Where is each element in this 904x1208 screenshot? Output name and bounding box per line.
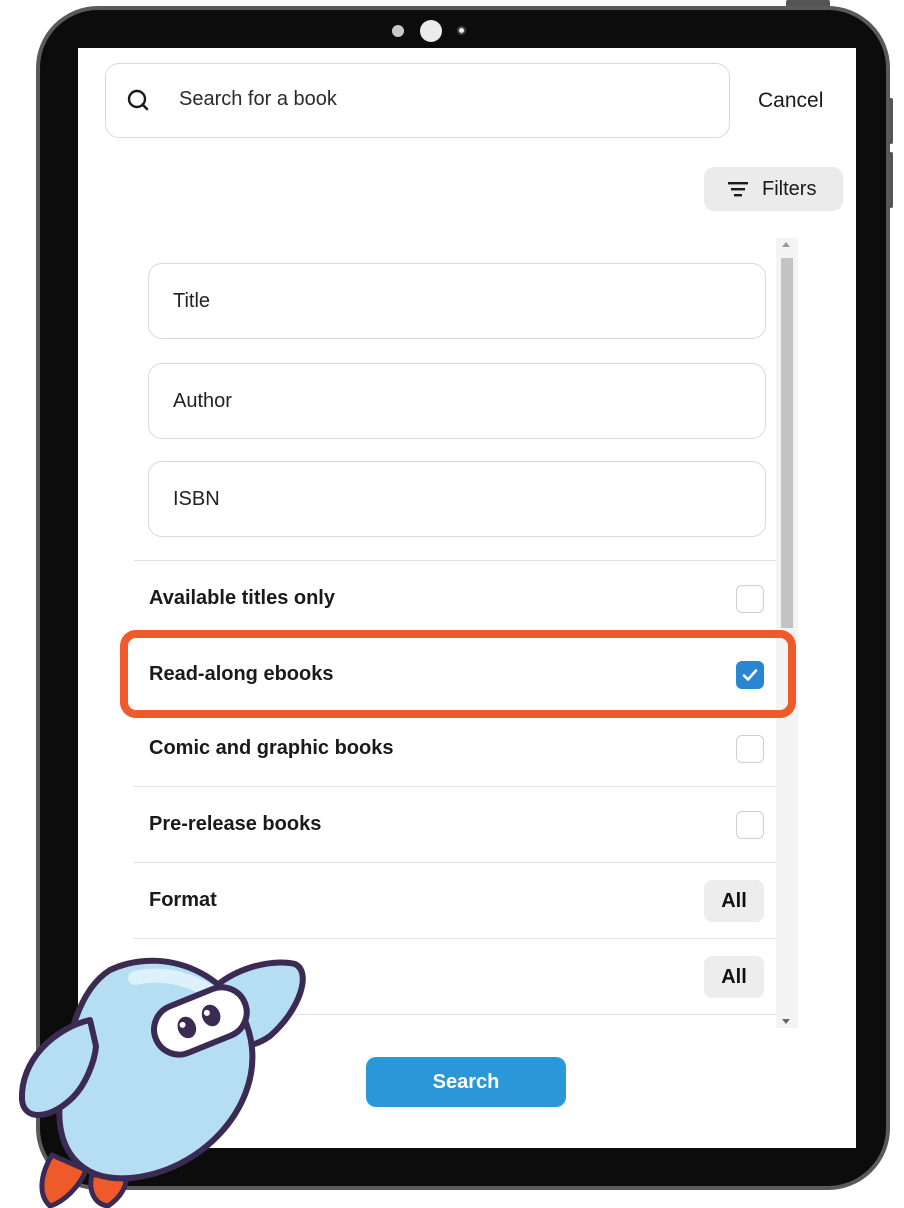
- camera-lens: [420, 20, 442, 42]
- search-button[interactable]: Search: [366, 1057, 566, 1107]
- format-label: Format: [149, 889, 217, 911]
- format-select[interactable]: All: [704, 880, 764, 922]
- filters-label: Filters: [762, 178, 817, 200]
- search-placeholder: Search for a book: [179, 88, 337, 110]
- option-row-comic[interactable]: Comic and graphic books: [134, 710, 784, 786]
- option-row-pre-release[interactable]: Pre-release books: [134, 786, 784, 862]
- isbn-field-placeholder: ISBN: [173, 488, 220, 510]
- format-row[interactable]: Format All: [134, 862, 784, 938]
- comic-books-checkbox[interactable]: [736, 735, 764, 763]
- title-field-placeholder: Title: [173, 290, 211, 312]
- filter-lines-icon: [728, 182, 748, 197]
- scroll-down-arrow-icon[interactable]: [782, 1019, 790, 1024]
- author-field[interactable]: Author: [148, 363, 766, 439]
- search-icon: [127, 89, 149, 111]
- stage: Search for a book Cancel Filters Title A…: [0, 0, 904, 1208]
- available-titles-checkbox[interactable]: [736, 585, 764, 613]
- option-label: Comic and graphic books: [149, 737, 394, 759]
- filters-button[interactable]: Filters: [704, 167, 843, 211]
- mascot-illustration: [18, 957, 306, 1208]
- second-select[interactable]: All: [704, 956, 764, 998]
- highlight-box: [120, 630, 796, 718]
- isbn-field[interactable]: ISBN: [148, 461, 766, 537]
- filter-panel: Title Author ISBN Available titles only …: [134, 238, 784, 1018]
- sensor-dot: [392, 25, 404, 37]
- cancel-button[interactable]: Cancel: [758, 89, 823, 113]
- scroll-thumb[interactable]: [781, 258, 793, 628]
- author-field-placeholder: Author: [173, 390, 232, 412]
- title-field[interactable]: Title: [148, 263, 766, 339]
- option-label: Available titles only: [149, 587, 335, 609]
- pre-release-checkbox[interactable]: [736, 811, 764, 839]
- option-row-available[interactable]: Available titles only: [134, 560, 784, 636]
- scroll-up-arrow-icon[interactable]: [782, 242, 790, 247]
- sensor-dot: [457, 26, 466, 35]
- option-label: Pre-release books: [149, 813, 322, 835]
- search-input[interactable]: Search for a book: [105, 63, 730, 138]
